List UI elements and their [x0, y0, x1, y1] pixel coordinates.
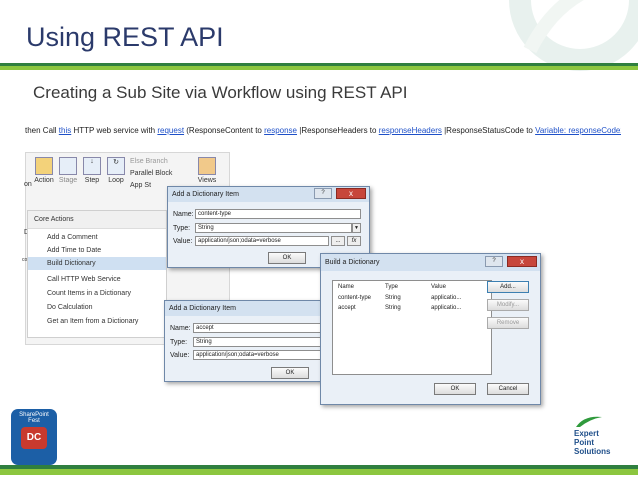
add-button[interactable]: Add... [487, 281, 529, 293]
logo-text: Point [574, 438, 594, 447]
build-dictionary-dialog: Build a Dictionary ? x Name Type Value c… [320, 253, 541, 405]
help-button[interactable]: ? [314, 188, 332, 199]
dc-shield-icon: DC [21, 427, 47, 449]
step-icon: ↓ [83, 157, 101, 175]
workflow-text: HTTP web service with [71, 126, 158, 135]
name-label: Name: [173, 211, 194, 218]
column-header-value: Value [431, 284, 446, 290]
table-cell: applicatio... [431, 295, 462, 301]
menu-item-call-http[interactable]: Call HTTP Web Service [28, 273, 166, 286]
action-button[interactable]: Action [32, 157, 56, 184]
chevron-down-icon[interactable]: ▼ [352, 223, 361, 233]
modify-button[interactable]: Modify... [487, 299, 529, 311]
slide-subtitle: Creating a Sub Site via Workflow using R… [33, 83, 408, 102]
name-input[interactable]: content-type [195, 209, 361, 219]
help-button[interactable]: ? [485, 256, 503, 267]
column-header-type: Type [385, 284, 399, 290]
add-dictionary-item-dialog-2: Add a Dictionary Item Name: accept Type:… [164, 300, 324, 382]
else-branch-button[interactable]: Else Branch [130, 158, 168, 165]
close-button[interactable]: x [336, 188, 366, 199]
formula-button[interactable]: fx [347, 236, 361, 246]
views-icon [198, 157, 216, 175]
stage-button[interactable]: Stage [56, 157, 80, 184]
table-cell: applicatio... [431, 305, 462, 311]
workflow-link-response-code[interactable]: Variable: responseCode2 [535, 126, 621, 135]
dictionary-items-list[interactable]: Name Type Value content-type String appl… [332, 280, 492, 375]
workflow-link-response-headers[interactable]: responseHeaders [379, 126, 442, 135]
type-select[interactable]: String [195, 223, 352, 233]
workflow-text: then Call [25, 126, 59, 135]
loop-button[interactable]: ↻ Loop [104, 157, 128, 184]
table-row[interactable]: accept [338, 305, 356, 311]
value-label: Value: [173, 238, 193, 245]
table-row[interactable]: content-type [338, 295, 371, 301]
expert-point-solutions-logo: Expert Point Solutions [572, 415, 632, 463]
app-step-button[interactable]: App St [130, 182, 151, 189]
cancel-button[interactable]: Cancel [487, 383, 529, 395]
menu-item-add-comment[interactable]: Add a Comment [28, 231, 166, 244]
table-cell: String [385, 305, 401, 311]
type-label: Type: [173, 225, 191, 232]
menu-item-add-time[interactable]: Add Time to Date [28, 244, 166, 257]
workflow-link-this[interactable]: this [59, 126, 71, 135]
action-icon [35, 157, 53, 175]
workflow-action-sentence: then Call this HTTP web service with req… [25, 126, 621, 140]
menu-item-do-calculation[interactable]: Do Calculation [28, 301, 166, 314]
workflow-text: (ResponseContent to [184, 126, 265, 135]
workflow-link-request[interactable]: request [157, 126, 184, 135]
loop-label: Loop [108, 177, 124, 184]
type-select[interactable]: String [193, 337, 321, 347]
stage-label: Stage [58, 177, 78, 184]
leaf-icon [576, 416, 602, 427]
core-actions-menu: Core Actions Add a Comment Add Time to D… [27, 210, 167, 338]
logo-text: Solutions [574, 447, 611, 456]
ok-button[interactable]: OK [268, 252, 306, 264]
ok-button[interactable]: OK [434, 383, 476, 395]
title-divider-accent [0, 66, 638, 70]
ok-button[interactable]: OK [271, 367, 309, 379]
logo-text: Fest [28, 418, 40, 424]
loop-icon: ↻ [107, 157, 125, 175]
column-header-name: Name [338, 284, 355, 290]
parallel-block-button[interactable]: Parallel Block [130, 170, 172, 177]
name-label: Name: [170, 325, 191, 332]
views-button[interactable]: Views [194, 157, 220, 184]
sharepoint-fest-logo: SharePoint Fest DC [11, 409, 57, 465]
views-label: Views [197, 177, 217, 184]
action-label: Action [34, 177, 54, 184]
step-label: Step [84, 177, 100, 184]
value-label: Value: [170, 352, 190, 359]
name-input[interactable]: accept [193, 323, 321, 333]
workflow-link-response[interactable]: response [264, 126, 297, 135]
dialog-title: Add a Dictionary Item [165, 301, 323, 316]
close-button[interactable]: x [507, 256, 537, 267]
footer-divider-accent [0, 469, 638, 475]
remove-button[interactable]: Remove [487, 317, 529, 329]
slide-title: Using REST API [26, 22, 224, 52]
table-cell: String [385, 295, 401, 301]
core-actions-header: Core Actions [28, 211, 166, 229]
menu-item-build-dictionary[interactable]: Build Dictionary [28, 257, 166, 270]
workflow-text: |ResponseStatusCode to [441, 126, 536, 135]
type-label: Type: [170, 339, 188, 346]
workflow-text: |ResponseHeaders to [297, 126, 379, 135]
value-input[interactable]: application/json;odata=verbose [195, 236, 329, 246]
ribbon-cut-label: on [24, 181, 32, 188]
menu-item-get-item[interactable]: Get an Item from a Dictionary [28, 315, 166, 328]
logo-text: Expert [574, 429, 599, 438]
logo-text-block: Expert Point Solutions [574, 429, 610, 456]
menu-item-count-items[interactable]: Count Items in a Dictionary [28, 287, 166, 300]
ellipsis-button[interactable]: ... [331, 236, 345, 246]
step-button[interactable]: ↓ Step [80, 157, 104, 184]
value-input[interactable]: application/json;odata=verbose [193, 350, 321, 360]
stage-icon [59, 157, 77, 175]
